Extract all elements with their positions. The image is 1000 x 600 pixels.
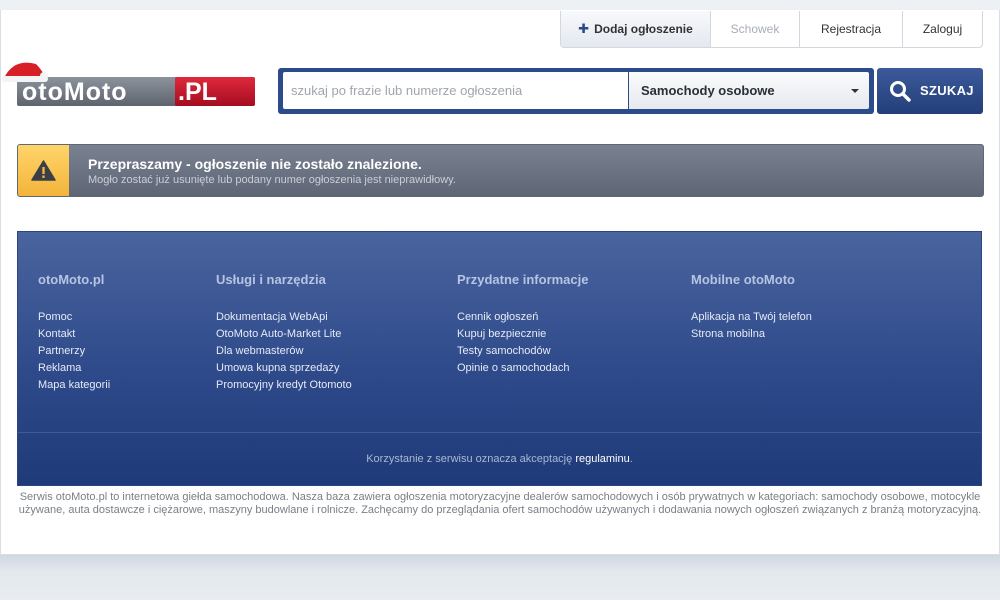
- search-bar: Samochody osobowe: [278, 68, 874, 114]
- footer-column-otomoto: otoMoto.pl Pomoc Kontakt Partnerzy Rekla…: [38, 272, 110, 394]
- category-dropdown[interactable]: Samochody osobowe: [629, 72, 869, 109]
- footer-column-services: Usługi i narzędzia Dokumentacja WebApi O…: [216, 272, 352, 394]
- footer-column-title: Przydatne informacje: [457, 272, 589, 287]
- svg-text:otoMoto: otoMoto: [22, 78, 128, 106]
- chevron-down-icon: [851, 89, 859, 93]
- footer-link-webmasters[interactable]: Dla webmasterów: [216, 343, 352, 360]
- footer-link-phone-app[interactable]: Aplikacja na Twój telefon: [691, 309, 812, 326]
- page-bottom-shadow: [0, 555, 1000, 600]
- footer-link-sales-contract[interactable]: Umowa kupna sprzedaży: [216, 360, 352, 377]
- login-link[interactable]: Zaloguj: [902, 11, 982, 47]
- footer-link-car-tests[interactable]: Testy samochodów: [457, 343, 589, 360]
- search-button[interactable]: SZUKAJ: [877, 68, 983, 114]
- search-input[interactable]: [283, 72, 628, 109]
- otomoto-logo[interactable]: otoMoto .PL: [0, 56, 260, 112]
- not-found-alert: Przepraszamy - ogłoszenie nie zostało zn…: [17, 144, 984, 197]
- plus-icon: ✚: [578, 21, 590, 36]
- footer-link-automarket-lite[interactable]: OtoMoto Auto-Market Lite: [216, 326, 352, 343]
- terms-end: .: [629, 453, 633, 465]
- alert-message: Mogło zostać już usunięte lub podany num…: [88, 174, 456, 186]
- footer-divider: [18, 432, 981, 433]
- search-icon: [890, 81, 911, 102]
- alert-icon-box: [18, 145, 69, 196]
- footer-column-mobile: Mobilne otoMoto Aplikacja na Twój telefo…: [691, 272, 812, 343]
- register-link[interactable]: Rejestracja: [799, 11, 902, 47]
- footer-link-price-list[interactable]: Cennik ogłoszeń: [457, 309, 589, 326]
- footer-link-advertising[interactable]: Reklama: [38, 360, 110, 377]
- terms-link[interactable]: regulaminu: [575, 453, 629, 465]
- add-listing-label: Dodaj ogłoszenie: [594, 22, 693, 36]
- footer-link-car-reviews[interactable]: Opinie o samochodach: [457, 360, 589, 377]
- search-button-label: SZUKAJ: [920, 83, 974, 98]
- category-selected-value: Samochody osobowe: [641, 83, 775, 98]
- footer-link-buy-safely[interactable]: Kupuj bezpiecznie: [457, 326, 589, 343]
- add-listing-button[interactable]: ✚ Dodaj ogłoszenie: [561, 11, 710, 47]
- footer-column-title: Usługi i narzędzia: [216, 272, 326, 287]
- about-text: Serwis otoMoto.pl to internetowa giełda …: [18, 491, 982, 516]
- favorites-link[interactable]: Schowek: [710, 11, 799, 47]
- footer-link-help[interactable]: Pomoc: [38, 309, 110, 326]
- top-navigation: ✚ Dodaj ogłoszenie Schowek Rejestracja Za…: [560, 11, 983, 48]
- alert-title: Przepraszamy - ogłoszenie nie zostało zn…: [88, 156, 422, 172]
- footer-column-title: otoMoto.pl: [38, 272, 105, 287]
- footer-link-category-map[interactable]: Mapa kategorii: [38, 377, 110, 394]
- footer-link-contact[interactable]: Kontakt: [38, 326, 110, 343]
- terms-text: Korzystanie z serwisu oznacza akceptację: [366, 453, 573, 465]
- footer-terms: Korzystanie z serwisu oznacza akceptację…: [18, 453, 981, 465]
- footer-link-promo-credit[interactable]: Promocyjny kredyt Otomoto: [216, 377, 352, 394]
- footer-link-partners[interactable]: Partnerzy: [38, 343, 110, 360]
- footer-column-info: Przydatne informacje Cennik ogłoszeń Kup…: [457, 272, 589, 377]
- footer-link-mobile-site[interactable]: Strona mobilna: [691, 326, 812, 343]
- top-strip: [0, 0, 1000, 10]
- footer-column-title: Mobilne otoMoto: [691, 272, 795, 287]
- footer-link-webapi-docs[interactable]: Dokumentacja WebApi: [216, 309, 352, 326]
- svg-text:.PL: .PL: [178, 78, 217, 106]
- site-footer: otoMoto.pl Pomoc Kontakt Partnerzy Rekla…: [17, 231, 982, 486]
- warning-icon: [31, 160, 56, 181]
